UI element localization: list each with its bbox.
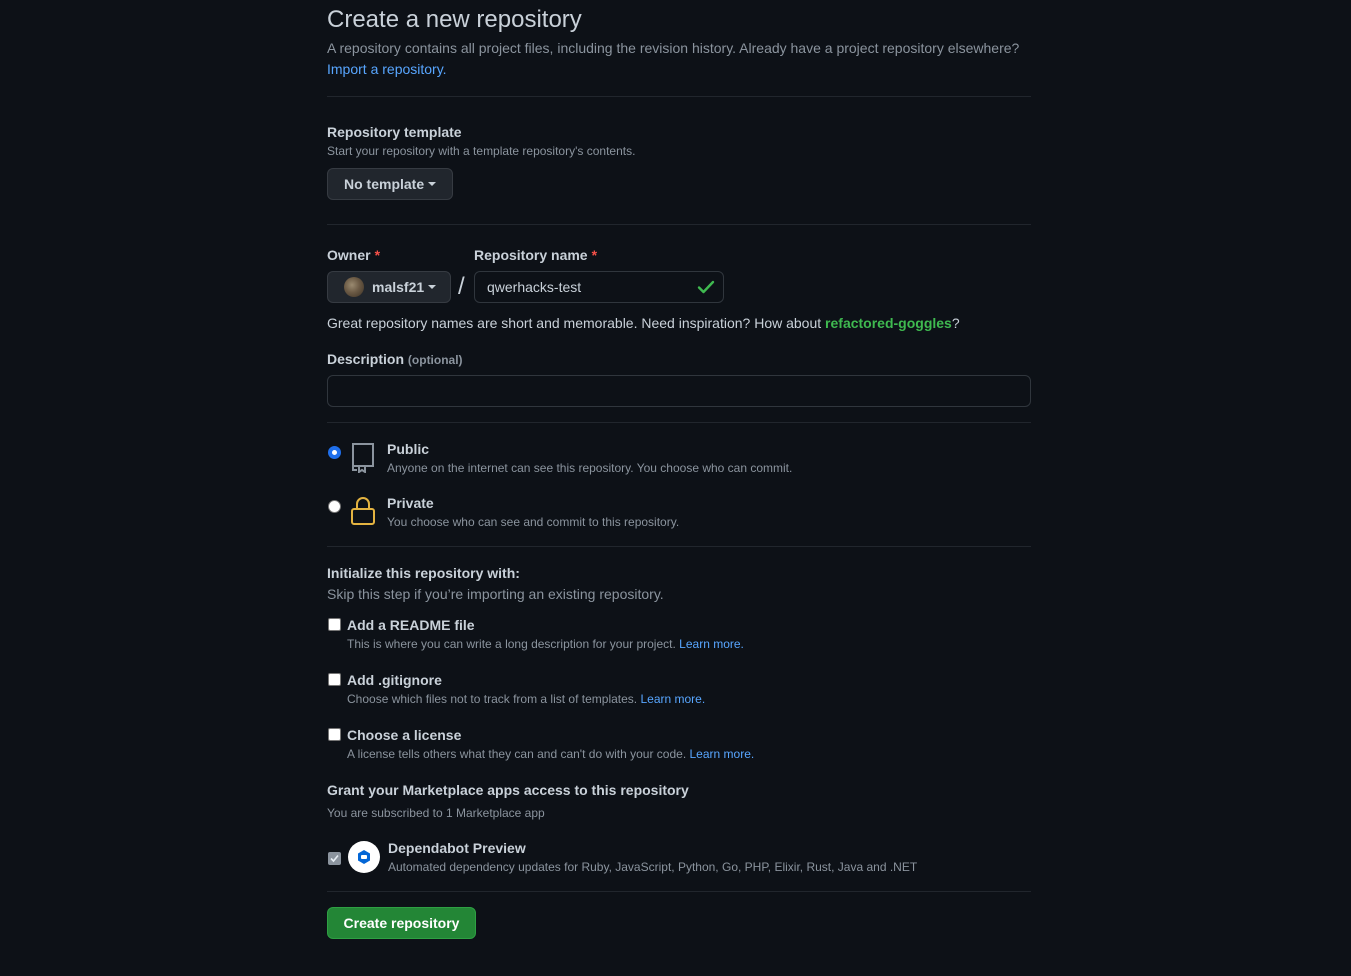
readme-learn-more-link[interactable]: Learn more. [679, 637, 744, 651]
suggestion-suffix: ? [951, 315, 960, 331]
gitignore-label: Add .gitignore [347, 672, 442, 688]
gitignore-description-text: Choose which files not to track from a l… [347, 692, 638, 706]
repo-name-label-text: Repository name [474, 247, 588, 263]
divider [327, 224, 1031, 225]
repo-name-input[interactable] [474, 271, 724, 303]
page-title: Create a new repository [327, 6, 582, 33]
template-select-button[interactable]: No template [327, 168, 453, 200]
template-label: Repository template [327, 124, 462, 140]
public-radio[interactable] [328, 446, 341, 459]
readme-checkbox[interactable] [328, 618, 341, 631]
description-label-text: Description [327, 351, 405, 367]
license-label: Choose a license [347, 727, 462, 743]
dependabot-name: Dependabot Preview [388, 840, 526, 856]
repo-name-label: Repository name * [474, 247, 597, 263]
divider [327, 96, 1031, 97]
create-repository-button[interactable]: Create repository [327, 907, 476, 939]
owner-label: Owner * [327, 247, 380, 263]
description-label: Description (optional) [327, 351, 463, 367]
readme-label: Add a README file [347, 617, 475, 633]
import-repository-link[interactable]: Import a repository. [327, 61, 447, 77]
dependabot-logo-icon [348, 841, 380, 873]
divider [327, 422, 1031, 423]
divider [327, 891, 1031, 892]
marketplace-title: Grant your Marketplace apps access to th… [327, 782, 689, 798]
owner-repo-separator: / [458, 273, 465, 300]
page-intro: A repository contains all project files,… [327, 38, 1031, 80]
readme-description: This is where you can write a long descr… [347, 637, 744, 651]
required-mark: * [374, 247, 381, 263]
license-learn-more-link[interactable]: Learn more. [690, 747, 755, 761]
license-checkbox[interactable] [328, 728, 341, 741]
readme-description-text: This is where you can write a long descr… [347, 637, 676, 651]
dependabot-checkbox[interactable] [328, 852, 341, 865]
private-radio[interactable] [328, 500, 341, 513]
chevron-down-icon [428, 182, 437, 186]
lock-icon [349, 495, 377, 530]
private-label: Private [387, 495, 434, 511]
license-description: A license tells others what they can and… [347, 747, 754, 761]
suggested-name-link[interactable]: refactored-goggles [825, 315, 952, 331]
gitignore-checkbox[interactable] [328, 673, 341, 686]
owner-select-button[interactable]: malsf21 [327, 271, 451, 303]
owner-name: malsf21 [372, 279, 425, 295]
chevron-down-icon [428, 285, 437, 289]
check-icon [697, 279, 715, 295]
marketplace-subtitle: You are subscribed to 1 Marketplace app [327, 806, 545, 820]
template-description: Start your repository with a template re… [327, 144, 636, 158]
required-mark: * [591, 247, 598, 263]
intro-text: A repository contains all project files,… [327, 40, 1020, 56]
divider [327, 546, 1031, 547]
template-select-label: No template [344, 176, 425, 192]
initialize-subtitle: Skip this step if you’re importing an ex… [327, 586, 664, 602]
gitignore-description: Choose which files not to track from a l… [347, 692, 705, 706]
owner-label-text: Owner [327, 247, 371, 263]
public-label: Public [387, 441, 430, 457]
private-description: You choose who can see and commit to thi… [387, 515, 680, 529]
gitignore-learn-more-link[interactable]: Learn more. [640, 692, 705, 706]
repo-icon [349, 441, 377, 476]
suggestion-text: Great repository names are short and mem… [327, 315, 822, 331]
name-suggestion: Great repository names are short and mem… [327, 315, 960, 331]
description-input[interactable] [327, 375, 1031, 407]
dependabot-description: Automated dependency updates for Ruby, J… [388, 860, 918, 874]
license-description-text: A license tells others what they can and… [347, 747, 687, 761]
avatar [344, 277, 364, 297]
optional-hint: (optional) [407, 353, 463, 367]
initialize-title: Initialize this repository with: [327, 565, 520, 581]
public-description: Anyone on the internet can see this repo… [387, 461, 793, 475]
